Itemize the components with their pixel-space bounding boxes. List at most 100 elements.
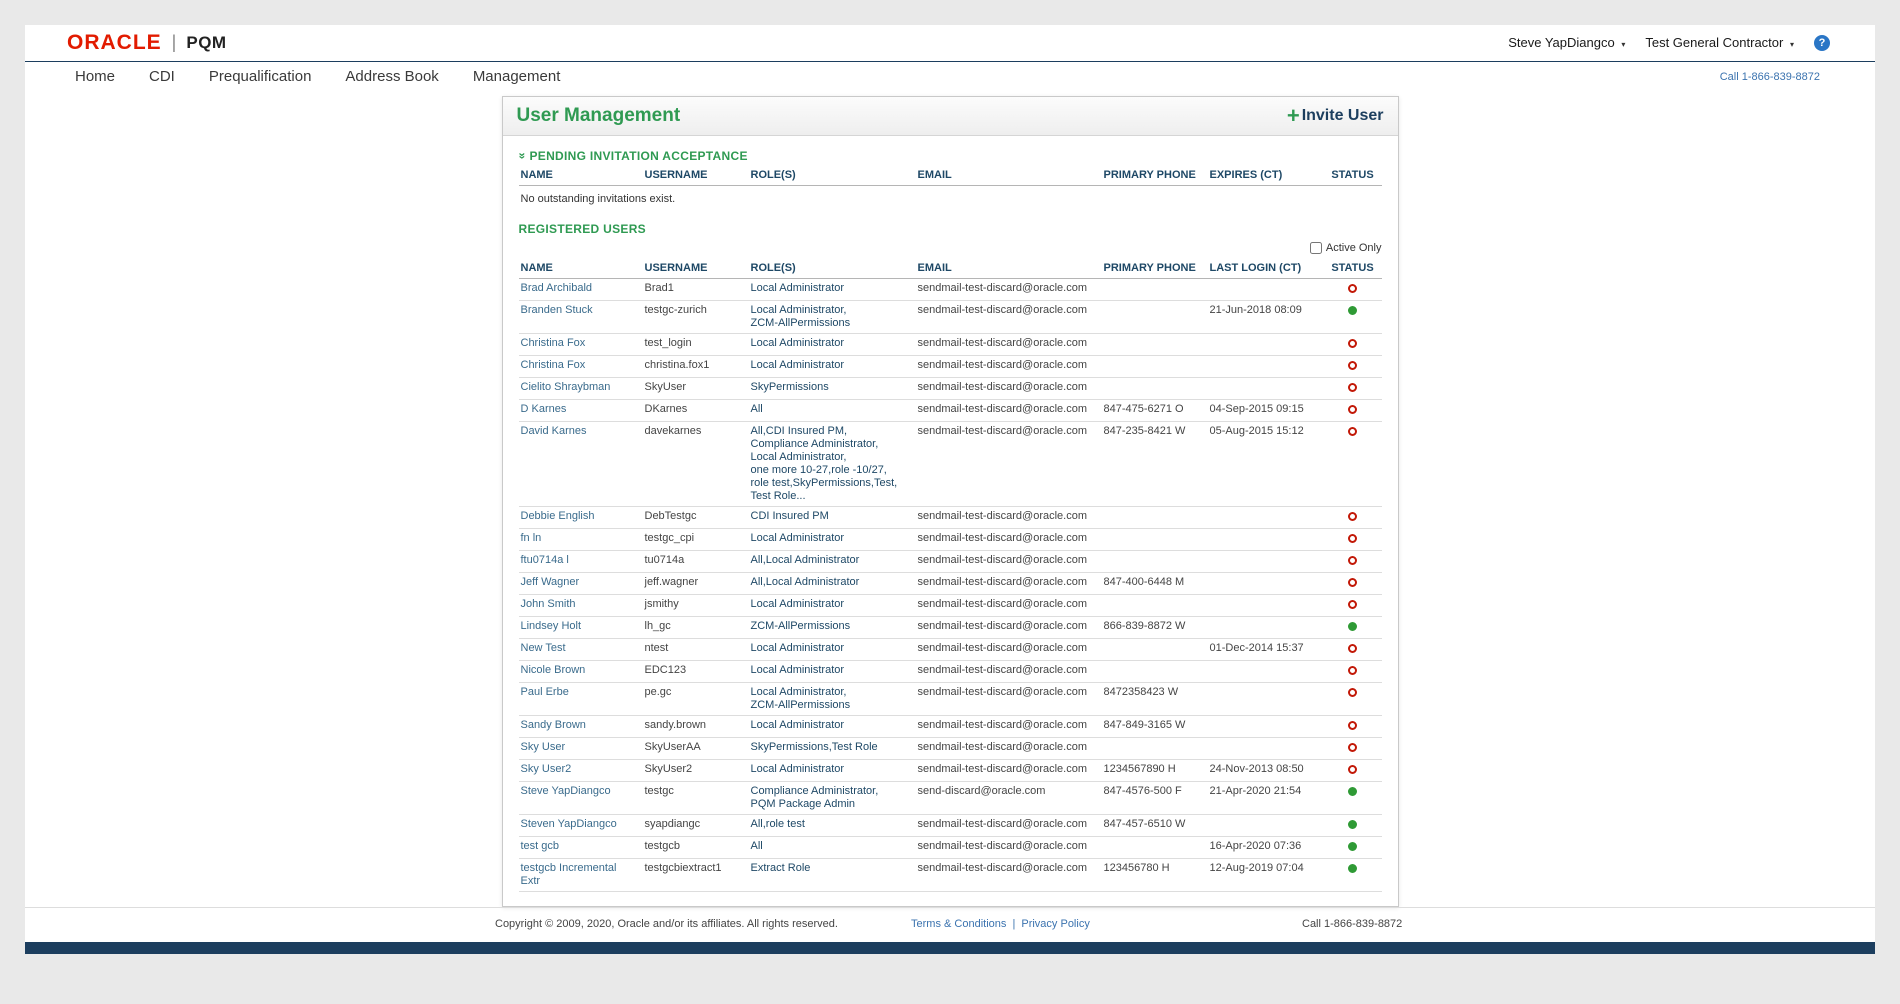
email-cell: sendmail-test-discard@oracle.com [916,683,1102,716]
email-cell: sendmail-test-discard@oracle.com [916,356,1102,378]
user-name-cell: Nicole Brown [519,661,643,683]
user-name-link[interactable]: Sky User2 [521,763,572,775]
active-only-checkbox[interactable] [1310,242,1322,254]
username-cell: testgc_cpi [643,529,749,551]
user-name-link[interactable]: New Test [521,642,566,654]
user-name-cell: Christina Fox [519,334,643,356]
app-name: PQM [186,33,226,53]
nav-item-prequalification[interactable]: Prequalification [209,68,312,85]
user-name-cell: testgcb Incremental Extr [519,859,643,892]
user-name-link[interactable]: Jeff Wagner [521,576,580,588]
status-cell [1326,378,1382,400]
table-row: Jeff Wagnerjeff.wagnerAll,Local Administ… [519,573,1382,595]
phone-cell [1102,738,1208,760]
user-name-cell: Steve YapDiangco [519,782,643,815]
chevron-down-icon: ▾ [1621,40,1625,49]
username-cell: testgc-zurich [643,301,749,334]
brand: ORACLE | PQM [67,31,227,55]
column-header-status: STATUS [1326,163,1382,186]
roles-cell: All,Local Administrator [749,573,916,595]
user-name-link[interactable]: testgcb Incremental Extr [521,862,617,887]
column-header-name: NAME [519,163,643,186]
user-name-link[interactable]: D Karnes [521,403,567,415]
table-row: Cielito ShraybmanSkyUserSkyPermissionsse… [519,378,1382,400]
status-cell [1326,738,1382,760]
status-active-icon [1348,842,1357,851]
username-cell: Brad1 [643,279,749,301]
nav-item-cdi[interactable]: CDI [149,68,175,85]
user-name-link[interactable]: Steven YapDiangco [521,818,617,830]
email-cell: sendmail-test-discard@oracle.com [916,760,1102,782]
status-inactive-icon [1348,556,1357,565]
user-name-link[interactable]: Lindsey Holt [521,620,582,632]
column-header-expires: EXPIRES (CT) [1208,163,1326,186]
table-row: ftu0714a ltu0714aAll,Local Administrator… [519,551,1382,573]
invite-user-button[interactable]: + Invite User [1287,107,1384,125]
user-name-link[interactable]: test gcb [521,840,560,852]
user-name-link[interactable]: ftu0714a l [521,554,569,566]
status-cell [1326,507,1382,529]
user-name-cell: David Karnes [519,422,643,507]
roles-cell: All,Local Administrator [749,551,916,573]
user-name-link[interactable]: Paul Erbe [521,686,569,698]
help-icon[interactable]: ? [1814,35,1830,51]
user-name-link[interactable]: Branden Stuck [521,304,593,316]
user-name-cell: John Smith [519,595,643,617]
user-name-link[interactable]: Christina Fox [521,337,586,349]
last-login-cell [1208,356,1326,378]
username-cell: testgcbiextract1 [643,859,749,892]
email-cell: sendmail-test-discard@oracle.com [916,716,1102,738]
nav-item-home[interactable]: Home [75,68,115,85]
org-menu[interactable]: Test General Contractor ▾ [1645,35,1794,50]
user-name-cell: Jeff Wagner [519,573,643,595]
user-name-cell: Sky User2 [519,760,643,782]
status-cell [1326,639,1382,661]
status-inactive-icon [1348,666,1357,675]
privacy-link[interactable]: Privacy Policy [1021,918,1089,930]
status-inactive-icon [1348,339,1357,348]
footer-links-divider: | [1012,918,1015,930]
last-login-cell [1208,334,1326,356]
user-name-link[interactable]: Cielito Shraybman [521,381,611,393]
user-name-link[interactable]: Sandy Brown [521,719,586,731]
terms-link[interactable]: Terms & Conditions [911,918,1006,930]
registered-header-row: NAME USERNAME ROLE(S) EMAIL PRIMARY PHON… [519,256,1382,279]
table-row: test gcbtestgcbAllsendmail-test-discard@… [519,837,1382,859]
status-inactive-icon [1348,383,1357,392]
table-row: fn lntestgc_cpiLocal Administratorsendma… [519,529,1382,551]
user-name-cell: Sandy Brown [519,716,643,738]
user-name-cell: D Karnes [519,400,643,422]
pending-section-header[interactable]: » PENDING INVITATION ACCEPTANCE [519,149,1382,163]
column-header-name: NAME [519,256,643,279]
status-inactive-icon [1348,361,1357,370]
call-phone-link[interactable]: Call 1-866-839-8872 [1720,71,1820,83]
user-name-link[interactable]: Debbie English [521,510,595,522]
username-cell: DKarnes [643,400,749,422]
username-cell: EDC123 [643,661,749,683]
user-name-link[interactable]: David Karnes [521,425,587,437]
user-name-link[interactable]: Christina Fox [521,359,586,371]
user-name-link[interactable]: Nicole Brown [521,664,586,676]
status-inactive-icon [1348,427,1357,436]
last-login-cell [1208,661,1326,683]
status-cell [1326,356,1382,378]
last-login-cell [1208,529,1326,551]
org-menu-label: Test General Contractor [1645,35,1783,50]
user-name-link[interactable]: Brad Archibald [521,282,593,294]
user-menu[interactable]: Steve YapDiangco ▾ [1508,35,1625,50]
user-name-link[interactable]: Sky User [521,741,566,753]
nav-item-management[interactable]: Management [473,68,561,85]
user-name-link[interactable]: John Smith [521,598,576,610]
user-name-link[interactable]: Steve YapDiangco [521,785,611,797]
table-row: Nicole BrownEDC123Local Administratorsen… [519,661,1382,683]
nav-item-address-book[interactable]: Address Book [345,68,438,85]
table-row: Paul Erbepe.gcLocal Administrator, ZCM-A… [519,683,1382,716]
table-row: Sandy Brownsandy.brownLocal Administrato… [519,716,1382,738]
table-row: D KarnesDKarnesAllsendmail-test-discard@… [519,400,1382,422]
table-row: Debbie EnglishDebTestgcCDI Insured PMsen… [519,507,1382,529]
invite-user-label: Invite User [1302,107,1384,125]
username-cell: sandy.brown [643,716,749,738]
table-row: Sky UserSkyUserAASkyPermissions,Test Rol… [519,738,1382,760]
last-login-cell: 21-Jun-2018 08:09 [1208,301,1326,334]
user-name-link[interactable]: fn ln [521,532,542,544]
